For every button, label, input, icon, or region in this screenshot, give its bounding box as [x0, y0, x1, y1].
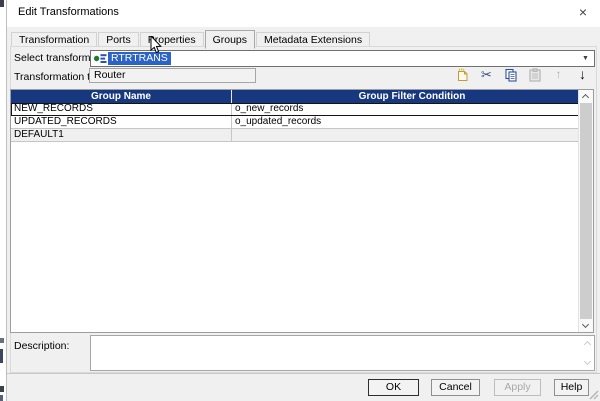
column-header-group-name[interactable]: Group Name: [11, 90, 232, 103]
table-row[interactable]: DEFAULT1: [11, 129, 593, 142]
group-filter-condition-cell[interactable]: o_updated_records: [232, 116, 593, 128]
help-button[interactable]: Help: [554, 379, 589, 396]
mouse-cursor-icon: [150, 36, 162, 54]
apply-button: Apply: [494, 379, 541, 396]
new-group-icon[interactable]: [455, 67, 470, 82]
group-name-cell[interactable]: UPDATED_RECORDS: [11, 116, 232, 128]
dialog-title: Edit Transformations: [18, 6, 119, 18]
cut-icon[interactable]: ✂: [479, 67, 494, 82]
background-window-fragment: [0, 338, 4, 343]
scrollbar-thumb[interactable]: [580, 103, 592, 319]
background-window-fragment: [0, 349, 3, 363]
table-row[interactable]: NEW_RECORDS o_new_records: [11, 103, 593, 116]
group-filter-condition-cell[interactable]: o_new_records: [232, 103, 593, 115]
select-transformation-combobox[interactable]: RTRTRANS ▼: [90, 50, 595, 67]
edit-transformations-dialog: Edit Transformations × Transformation Po…: [6, 0, 600, 401]
scroll-up-icon: [584, 341, 591, 348]
button-row-divider: [7, 373, 600, 374]
groups-table-header: Group Name Group Filter Condition: [11, 90, 593, 103]
scroll-down-icon: [584, 358, 591, 365]
cancel-button[interactable]: Cancel: [431, 379, 480, 396]
scroll-up-icon[interactable]: [579, 90, 594, 103]
close-icon[interactable]: ×: [574, 3, 592, 21]
groups-table: Group Name Group Filter Condition NEW_RE…: [10, 89, 594, 333]
background-window-fragment: [0, 395, 3, 401]
move-up-icon: ↑: [551, 67, 566, 82]
group-name-cell[interactable]: DEFAULT1: [11, 129, 232, 141]
router-transformation-icon: [93, 53, 108, 64]
group-name-cell[interactable]: NEW_RECORDS: [11, 103, 232, 115]
ok-button[interactable]: OK: [368, 379, 419, 396]
chevron-down-icon[interactable]: ▼: [579, 53, 592, 64]
move-down-icon[interactable]: ↓: [575, 67, 590, 82]
column-header-group-filter-condition[interactable]: Group Filter Condition: [232, 90, 593, 103]
title-bar: Edit Transformations ×: [7, 0, 600, 27]
table-scrollbar[interactable]: [578, 90, 593, 332]
groups-toolbar: ✂ ↑ ↓: [455, 66, 590, 83]
background-window-fragment: [0, 0, 4, 7]
tab-groups[interactable]: Groups: [205, 30, 255, 49]
scroll-down-icon[interactable]: [579, 319, 594, 332]
transformation-type-field: Router: [89, 68, 256, 83]
group-filter-condition-cell[interactable]: [232, 129, 593, 141]
table-row[interactable]: UPDATED_RECORDS o_updated_records: [11, 116, 593, 129]
background-window-fragment: [0, 386, 4, 392]
copy-icon[interactable]: [503, 67, 518, 82]
resize-grip[interactable]: [588, 389, 599, 400]
description-textarea[interactable]: [90, 335, 595, 371]
paste-icon: [527, 67, 542, 82]
description-label: Description:: [14, 340, 69, 352]
